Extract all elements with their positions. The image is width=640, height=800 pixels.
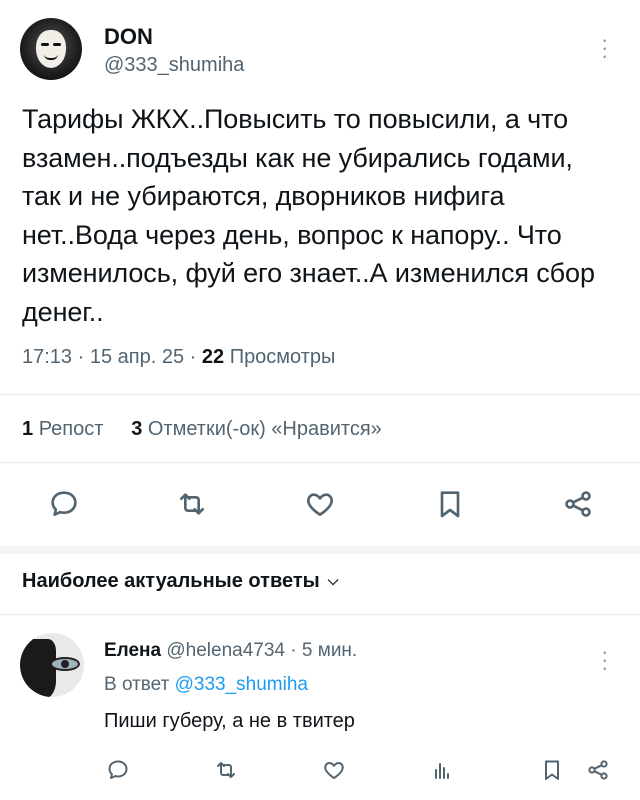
share-icon <box>565 491 591 517</box>
reposts-count: 1 <box>22 418 34 440</box>
reply-to-handle-link[interactable]: @333_shumiha <box>175 674 308 695</box>
bookmark-icon <box>440 491 460 518</box>
tweet-date: 15 апр. 25 <box>89 346 185 368</box>
reply-text: Пиши губеру, а не в твитер <box>104 710 355 732</box>
divider <box>0 462 640 463</box>
reply-retweet-button[interactable] <box>214 758 238 782</box>
reply-header: Елена @helena4734 · 5 мин. <box>104 640 357 662</box>
reply-to-line: В ответ @333_shumiha <box>104 674 308 696</box>
heart-icon <box>324 762 344 779</box>
views-count: 22 <box>201 346 225 368</box>
more-options-icon[interactable]: · · · <box>601 29 608 67</box>
like-button[interactable] <box>304 488 336 520</box>
likes-count: 3 <box>131 418 143 440</box>
eye-icon <box>50 657 80 671</box>
retweet-icon <box>217 762 235 778</box>
chevron-down-icon: ⌵ <box>327 572 339 588</box>
author-avatar[interactable] <box>20 18 82 80</box>
share-button[interactable] <box>562 488 594 520</box>
bookmark-icon <box>545 760 559 780</box>
mask-icon <box>36 30 66 68</box>
separator-dot: · <box>77 346 90 368</box>
reply-to-prefix: В ответ <box>104 674 170 695</box>
reply-like-button[interactable] <box>322 758 346 782</box>
reposts-label: Репост <box>38 418 104 440</box>
speech-bubble-icon <box>51 491 77 516</box>
reposts-stat[interactable]: 1 Репост <box>22 418 109 440</box>
separator-dot: · <box>189 346 202 368</box>
reply-views-button[interactable] <box>430 758 454 782</box>
views-label: Просмотры <box>229 346 336 368</box>
reply-more-options-icon[interactable]: · · · <box>601 641 608 679</box>
bookmark-button[interactable] <box>434 488 466 520</box>
replies-section-title: Наиболее актуальные ответы <box>22 570 320 592</box>
reply-button[interactable] <box>48 488 80 520</box>
reply-reply-button[interactable] <box>106 758 130 782</box>
section-separator <box>0 546 640 554</box>
likes-label: Отметки(-ок) «Нравится» <box>147 418 382 440</box>
bar-chart-icon <box>435 763 449 779</box>
retweet-icon <box>180 493 204 515</box>
author-handle[interactable]: @333_shumiha <box>104 54 244 77</box>
likes-stat[interactable]: 3 Отметки(-ок) «Нравится» <box>131 418 382 440</box>
tweet-stats: 1 Репост 3 Отметки(-ок) «Нравится» <box>22 418 382 441</box>
divider <box>0 394 640 395</box>
reply-author-handle[interactable]: @helena4734 <box>166 640 285 661</box>
reply-bookmark-button[interactable] <box>540 758 564 782</box>
tweet-text: Тарифы ЖКХ..Повысить то повысили, а что … <box>22 104 595 327</box>
separator-dot: · <box>290 640 302 661</box>
author-name[interactable]: DON <box>104 24 153 50</box>
reply-share-button[interactable] <box>586 758 610 782</box>
replies-sort-dropdown[interactable]: Наиболее актуальные ответы ⌵ <box>22 570 338 593</box>
retweet-button[interactable] <box>176 488 208 520</box>
reply-author-avatar[interactable] <box>20 633 84 697</box>
share-icon <box>588 760 608 780</box>
tweet-meta: 17:13 · 15 апр. 25 · 22 Просмотры <box>22 346 335 369</box>
reply-author-name[interactable]: Елена <box>104 640 161 661</box>
speech-bubble-icon <box>108 760 128 779</box>
divider <box>0 614 640 615</box>
reply-time: 5 мин. <box>301 640 358 661</box>
tweet-time: 17:13 <box>22 346 73 368</box>
heart-icon <box>307 493 333 516</box>
